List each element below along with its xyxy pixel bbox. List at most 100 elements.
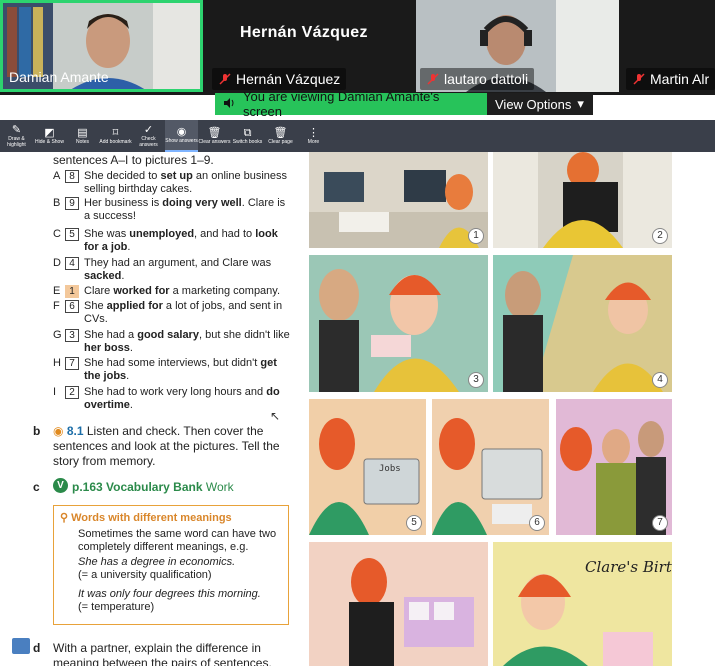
vocab-phrase: worked for bbox=[113, 285, 170, 297]
exercise-intro: sentences A–I to pictures 1–9. bbox=[53, 153, 214, 167]
vocab-phrase: applied for bbox=[106, 300, 163, 312]
picture-2: 2 bbox=[493, 152, 672, 248]
item-text: She was unemployed, and had to look for … bbox=[84, 228, 293, 254]
answer-box[interactable]: 5 bbox=[65, 228, 79, 241]
vocab-phrase: unemployed bbox=[129, 228, 195, 240]
toolbar-draw-button[interactable]: ✎ Draw & highlight bbox=[0, 120, 33, 152]
section-d-text: With a partner, explain the difference i… bbox=[53, 641, 272, 666]
item-text: Clare worked for a marketing company. bbox=[84, 285, 293, 298]
answer-box[interactable]: 9 bbox=[65, 197, 79, 210]
picture-number: 3 bbox=[468, 372, 484, 388]
toolbar-hide-button[interactable]: ◩ Hide & Show bbox=[33, 120, 66, 152]
picture-6: 6 bbox=[432, 399, 549, 535]
participant-display-name: Hernán Vázquez bbox=[240, 24, 368, 41]
toolbar-label: Hide & Show bbox=[35, 138, 64, 145]
vocab-phrase: her boss bbox=[84, 342, 130, 354]
mouse-cursor-icon: ↖ bbox=[270, 409, 281, 423]
participant-tile-damian[interactable]: Damian Amante bbox=[0, 0, 203, 92]
cake-sign-text: Clare's Birthday Cakes bbox=[585, 558, 672, 576]
picture-number: 2 bbox=[652, 228, 668, 244]
vocab-phrase: doing very well bbox=[162, 197, 242, 209]
toolbar-label: Switch books bbox=[232, 138, 263, 145]
toolbar-clear-answers-button[interactable]: 🗑 Clear answers bbox=[198, 120, 231, 152]
picture-4: 4 bbox=[493, 255, 672, 392]
picture-3: 3 bbox=[309, 255, 488, 392]
item-text: Her business is doing very well. Clare i… bbox=[84, 197, 293, 223]
item-letter: F bbox=[53, 300, 60, 312]
picture-number: 6 bbox=[529, 515, 545, 531]
chevron-down-icon: ▾ bbox=[577, 96, 584, 111]
exercise-item: H 7 She had some interviews, but didn't ge… bbox=[53, 357, 293, 383]
exercise-item: B 9 Her business is doing very well. Clare… bbox=[53, 197, 293, 223]
answer-box[interactable]: 6 bbox=[65, 300, 79, 313]
answer-box[interactable]: 2 bbox=[65, 386, 79, 399]
laptop-screen-text: Jobs bbox=[379, 464, 401, 474]
picture-1: 1 bbox=[309, 152, 488, 248]
item-letter: C bbox=[53, 228, 61, 240]
participant-tile-martin[interactable]: Martin Alr bbox=[624, 0, 715, 92]
vocabulary-bank-link[interactable]: p.163 Vocabulary Bank Work bbox=[72, 480, 234, 494]
toolbar-check-button[interactable]: ✓ Check answers bbox=[132, 120, 165, 152]
picture-8 bbox=[309, 542, 488, 666]
participant-tile-lautaro[interactable]: lautaro dattoli bbox=[416, 0, 619, 92]
mic-muted-icon bbox=[426, 72, 440, 86]
viewing-message-text: You are viewing Damian Amante's screen bbox=[243, 89, 440, 119]
participant-name: Hernán Vázquez bbox=[236, 71, 341, 87]
audio-icon[interactable]: ◉ bbox=[53, 424, 63, 438]
answer-box[interactable]: 8 bbox=[65, 170, 79, 183]
toolbar-label: Add bookmark bbox=[99, 138, 132, 145]
answer-box[interactable]: 7 bbox=[65, 357, 79, 370]
participant-strip: Damian Amante Hernán Vázquez Hernán Vázq… bbox=[0, 0, 715, 95]
item-text-part: She bbox=[84, 300, 107, 312]
toolbar-bookmark-button[interactable]: ⌑ Add bookmark bbox=[99, 120, 132, 152]
toolbar-label: Clear answers bbox=[198, 138, 231, 145]
item-text-part: . bbox=[126, 370, 130, 382]
audio-track[interactable]: 8.1 bbox=[67, 424, 84, 438]
words-box-line: (= a university qualification) bbox=[78, 569, 212, 581]
answer-box[interactable]: 1 bbox=[65, 285, 79, 298]
toolbar-clear-page-button[interactable]: 🗑 Clear page bbox=[264, 120, 297, 152]
picture-number: 1 bbox=[468, 228, 484, 244]
item-text-part: . bbox=[129, 342, 133, 354]
mic-muted-icon bbox=[218, 72, 232, 86]
view-options-label: View Options bbox=[495, 96, 572, 112]
item-text-part: They had an argument, and Clare was bbox=[84, 257, 272, 269]
exercise-item: C 5 She was unemployed, and had to look fo… bbox=[53, 228, 293, 254]
answer-box[interactable]: 4 bbox=[65, 257, 79, 270]
item-text: She had a good salary, but she didn't li… bbox=[84, 329, 293, 355]
exercise-item: F 6 She applied for a lot of jobs, and sen… bbox=[53, 300, 293, 326]
hide-icon: ◩ bbox=[44, 126, 55, 139]
participant-label: Martin Alr bbox=[626, 68, 715, 90]
words-box-line: Sometimes the same word can have two com… bbox=[78, 528, 277, 553]
trash-icon: 🗑 bbox=[207, 126, 222, 139]
view-options-button[interactable]: View Options ▾ bbox=[487, 93, 593, 115]
speaker-icon bbox=[223, 97, 235, 112]
exercise-item: D 4 They had an argument, and Clare was sa… bbox=[53, 257, 293, 283]
toolbar-label: More bbox=[307, 138, 320, 145]
answer-box[interactable]: 3 bbox=[65, 329, 79, 342]
item-text-part: . bbox=[121, 270, 125, 282]
check-icon: ✓ bbox=[143, 124, 154, 136]
notes-icon[interactable] bbox=[12, 638, 30, 654]
picture-7: 7 bbox=[556, 399, 672, 535]
exercise-item: A 8 She decided to set up an online busine… bbox=[53, 170, 293, 196]
section-b-letter: b bbox=[33, 424, 41, 438]
participant-name: Martin Alr bbox=[650, 71, 710, 87]
toolbar-label: Clear page bbox=[268, 138, 293, 145]
item-text-part: , and had to bbox=[194, 228, 256, 240]
item-text-part: a marketing company. bbox=[169, 285, 281, 297]
toolbar-more-button[interactable]: ⋮ More bbox=[297, 120, 330, 152]
toolbar-show-answers-button[interactable]: ◉ Show answers bbox=[165, 120, 198, 152]
item-text-part: She was bbox=[84, 228, 130, 240]
item-letter: H bbox=[53, 357, 61, 369]
toolbar-switch-books-button[interactable]: ⧉ Switch books bbox=[231, 120, 264, 152]
participant-label: lautaro dattoli bbox=[420, 68, 535, 90]
notes-icon: ▤ bbox=[77, 126, 88, 139]
item-text: She had some interviews, but didn't get … bbox=[84, 357, 293, 383]
toolbar-notes-button[interactable]: ▤ Notes bbox=[66, 120, 99, 152]
section-d-letter: d bbox=[33, 641, 41, 655]
participant-tile-hernan[interactable]: Hernán Vázquez Hernán Vázquez bbox=[208, 0, 411, 92]
eye-icon: ◉ bbox=[176, 125, 187, 138]
item-text: They had an argument, and Clare was sack… bbox=[84, 257, 293, 283]
screen-share-banner: You are viewing Damian Amante's screen V… bbox=[215, 89, 593, 119]
